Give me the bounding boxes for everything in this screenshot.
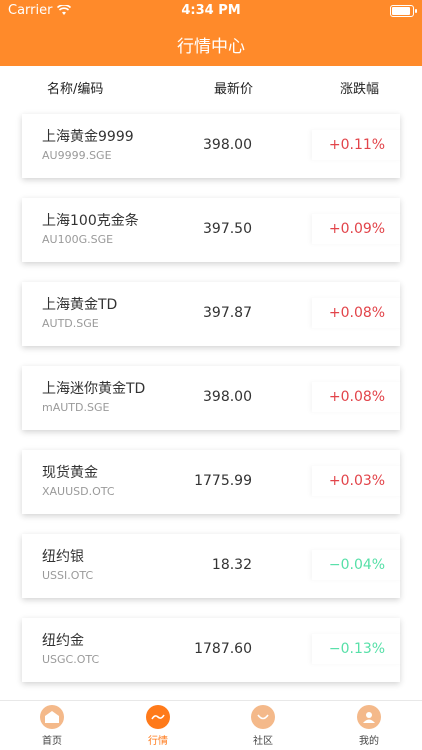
quote-row[interactable]: 现货黄金 XAUUSD.OTC 1775.99 +0.03% — [22, 450, 400, 514]
column-price: 最新价 — [214, 82, 254, 97]
quote-price: 18.32 — [211, 557, 252, 573]
quote-row[interactable]: 上海迷你黄金TD mAUTD.SGE 398.00 +0.08% — [22, 366, 400, 430]
quote-row[interactable]: 上海黄金TD AUTD.SGE 397.87 +0.08% — [22, 282, 400, 346]
quote-code: mAUTD.SGE — [42, 401, 110, 414]
quote-name: 现货黄金 — [42, 465, 98, 481]
quote-change: +0.08% — [312, 298, 402, 328]
quote-change: +0.09% — [312, 214, 402, 244]
tab-home[interactable]: 首页 — [22, 705, 82, 747]
quote-code: USSI.OTC — [42, 569, 94, 582]
column-header: 名称/编码 最新价 涨跌幅 — [0, 66, 422, 108]
tab-bar: 首页 行情 社区 我的 — [0, 700, 422, 750]
quote-row[interactable]: 上海黄金9999 AU9999.SGE 398.00 +0.11% — [22, 114, 400, 178]
community-icon — [251, 705, 275, 729]
quote-code: XAUUSD.OTC — [42, 485, 115, 498]
quote-code: AU9999.SGE — [42, 149, 112, 162]
quote-name: 上海迷你黄金TD — [42, 381, 146, 397]
profile-icon — [357, 705, 381, 729]
quote-row[interactable]: 上海100克金条 AU100G.SGE 397.50 +0.09% — [22, 198, 400, 262]
quote-code: AU100G.SGE — [42, 233, 114, 246]
status-time: 4:34 PM — [181, 3, 241, 18]
tab-label: 首页 — [42, 736, 62, 747]
column-change: 涨跌幅 — [340, 82, 380, 97]
quote-change: +0.11% — [312, 130, 402, 160]
quote-name: 上海黄金TD — [42, 297, 118, 313]
tab-community[interactable]: 社区 — [233, 705, 293, 747]
tab-market[interactable]: 行情 — [128, 705, 188, 747]
battery-icon — [390, 5, 417, 17]
quote-row[interactable]: 纽约金 USGC.OTC 1787.60 −0.13% — [22, 618, 400, 682]
quote-change: +0.03% — [312, 466, 402, 496]
quote-name: 上海100克金条 — [42, 213, 139, 229]
quote-price: 1775.99 — [194, 473, 252, 489]
status-bar: Carrier 4:34 PM — [0, 0, 422, 22]
quote-price: 397.50 — [203, 221, 252, 237]
quote-row[interactable]: 纽约银 USSI.OTC 18.32 −0.04% — [22, 534, 400, 598]
tab-label: 行情 — [148, 736, 168, 747]
tab-label: 社区 — [253, 736, 273, 747]
quote-name: 纽约银 — [42, 549, 84, 565]
tab-profile[interactable]: 我的 — [339, 705, 399, 747]
quote-code: USGC.OTC — [42, 653, 100, 666]
quote-price: 397.87 — [203, 305, 252, 321]
quote-price: 1787.60 — [194, 641, 252, 657]
home-icon — [40, 705, 64, 729]
quote-code: AUTD.SGE — [42, 317, 99, 330]
quote-name: 纽约金 — [42, 633, 84, 649]
tab-label: 我的 — [359, 736, 379, 747]
column-name: 名称/编码 — [47, 82, 104, 97]
page-title: 行情中心 — [0, 22, 422, 66]
quote-price: 398.00 — [203, 389, 252, 405]
quote-change: −0.04% — [312, 550, 402, 580]
quote-change: −0.13% — [312, 634, 402, 664]
quote-change: +0.08% — [312, 382, 402, 412]
market-icon — [146, 705, 170, 729]
quote-name: 上海黄金9999 — [42, 129, 134, 145]
quote-price: 398.00 — [203, 137, 252, 153]
